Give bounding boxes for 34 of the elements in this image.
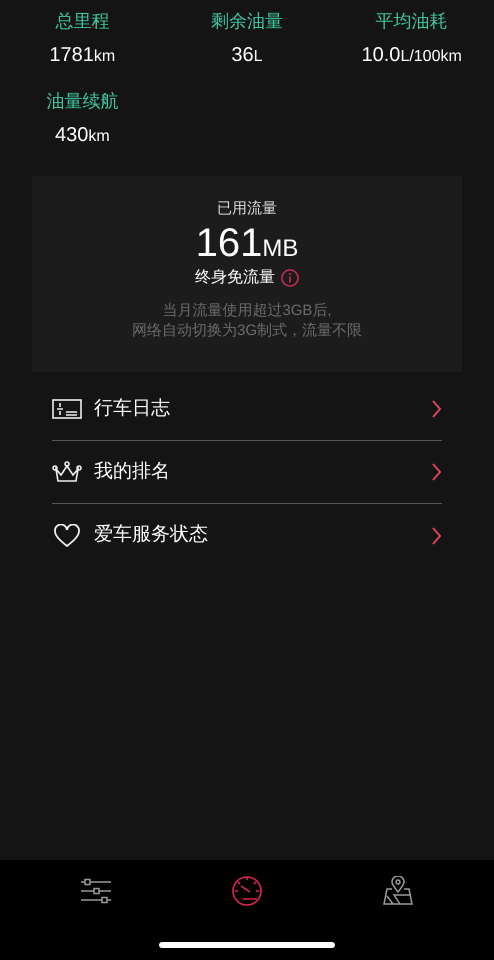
map-pin-icon <box>383 876 414 906</box>
speedometer-icon <box>230 875 263 907</box>
stat-value: 1781 <box>49 43 94 68</box>
stat-unit: L <box>254 47 263 67</box>
menu-label: 行车日志 <box>94 396 171 421</box>
stat-unit: km <box>94 47 116 67</box>
menu-label: 我的排名 <box>94 460 171 484</box>
menu-item[interactable]: 我的排名 <box>52 441 442 504</box>
stat-label: 平均油耗 <box>376 10 448 33</box>
menu-label: 爱车服务状态 <box>94 523 209 548</box>
usage-value: 161 <box>196 220 262 266</box>
sliders-icon <box>80 878 112 904</box>
menu-item[interactable]: 爱车服务状态 <box>52 504 442 567</box>
usage-unit: MB <box>262 234 298 264</box>
stat-unit: L/100km <box>400 47 462 67</box>
menu-item[interactable]: 行车日志 <box>52 378 442 441</box>
card-icon <box>52 399 82 419</box>
card-title: 已用流量 <box>217 199 277 219</box>
stat-value: 10.0 <box>362 43 400 68</box>
stat-label: 总里程 <box>55 10 110 33</box>
usage-note: 当月流量使用超过3GB后, <box>162 301 332 321</box>
stat-unit: km <box>88 127 110 147</box>
chevron-icon <box>432 463 442 481</box>
stat-value: 36 <box>231 43 254 68</box>
chevron-icon <box>432 526 442 544</box>
crown-icon <box>52 461 82 483</box>
plan-label: 终身免流量 <box>195 268 275 288</box>
stat-value: 430 <box>54 123 88 148</box>
heart-icon <box>53 524 81 548</box>
info-icon[interactable] <box>281 269 299 287</box>
stat-label: 油量续航 <box>46 90 118 113</box>
stat-label: 剩余油量 <box>210 10 283 33</box>
chevron-icon <box>432 400 442 418</box>
usage-note: 网络自动切换为3G制式，流量不限 <box>132 321 362 341</box>
